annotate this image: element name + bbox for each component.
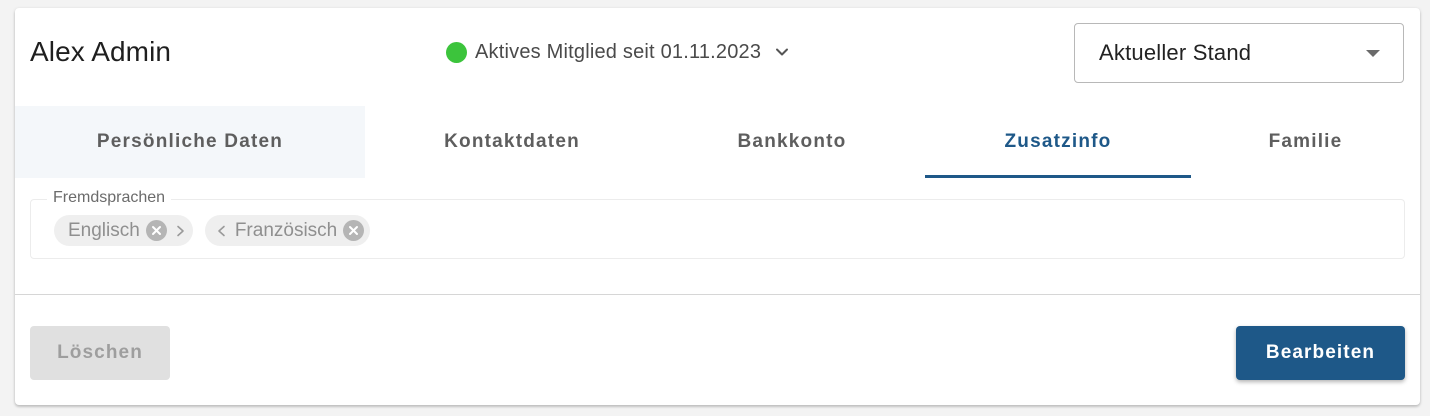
tab-bankkonto[interactable]: Bankkonto	[659, 106, 925, 178]
chevron-left-icon[interactable]	[215, 224, 229, 238]
dropdown-caret-icon	[1366, 50, 1380, 57]
tab-familie[interactable]: Familie	[1191, 106, 1420, 178]
languages-chip-list: Englisch Französisch	[54, 215, 371, 246]
membership-status-text: Aktives Mitglied seit 01.11.2023	[475, 40, 762, 63]
language-chip[interactable]: Englisch	[54, 215, 193, 246]
language-chip-text: Französisch	[234, 219, 338, 241]
tab-persoenliche-daten[interactable]: Persönliche Daten	[15, 106, 365, 178]
member-card: Alex Admin Aktives Mitglied seit 01.11.2…	[15, 8, 1420, 405]
chevron-down-icon	[776, 48, 789, 56]
tab-zusatzinfo[interactable]: Zusatzinfo	[925, 106, 1191, 178]
close-circle-icon[interactable]	[343, 220, 365, 241]
version-select-value: Aktueller Stand	[1099, 40, 1252, 65]
language-chip-text: Englisch	[68, 219, 140, 241]
delete-button[interactable]: Löschen	[30, 326, 170, 380]
languages-field[interactable]: Fremdsprachen Englisch Französisch	[30, 189, 1405, 259]
language-chip[interactable]: Französisch	[204, 215, 371, 246]
close-circle-icon[interactable]	[145, 220, 167, 241]
version-select[interactable]: Aktueller Stand	[1074, 23, 1404, 83]
section-divider	[15, 294, 1420, 295]
membership-status-toggle[interactable]: Aktives Mitglied seit 01.11.2023	[446, 39, 791, 65]
member-name: Alex Admin	[30, 36, 172, 67]
status-indicator-dot	[446, 41, 467, 63]
tab-kontaktdaten[interactable]: Kontaktdaten	[365, 106, 659, 178]
chevron-right-icon[interactable]	[173, 224, 187, 238]
languages-field-label: Fremdsprachen	[47, 189, 172, 207]
edit-button[interactable]: Bearbeiten	[1236, 326, 1405, 380]
tab-bar: Persönliche Daten Kontaktdaten Bankkonto…	[15, 106, 1420, 178]
